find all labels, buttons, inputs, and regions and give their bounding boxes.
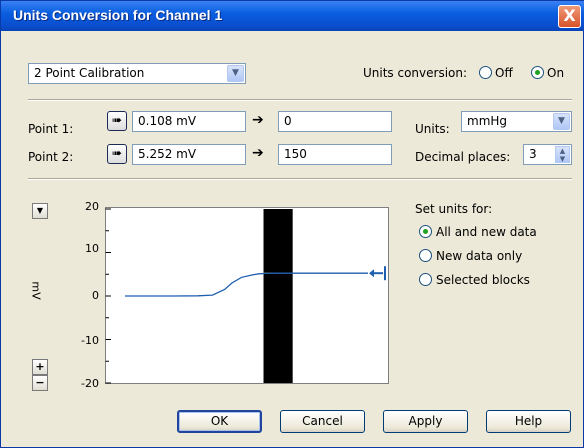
point-2-converted-value: 150 [284, 147, 307, 161]
apply-button[interactable]: Apply [383, 410, 468, 433]
point-1-converted-field[interactable]: 0 [278, 111, 392, 132]
close-icon: X [563, 6, 576, 25]
point-2-converted-field[interactable]: 150 [278, 144, 392, 165]
zoom-in-button[interactable]: + [32, 359, 48, 375]
y-tick-label: 10 [85, 242, 99, 255]
y-tick-label: -10 [81, 334, 99, 347]
cancel-button[interactable]: Cancel [280, 410, 365, 433]
chevron-down-icon[interactable]: ▼ [553, 113, 570, 130]
chevron-down-icon[interactable]: ▼ [227, 65, 244, 82]
units-conversion-label: Units conversion: [363, 66, 468, 80]
ok-button[interactable]: OK [177, 410, 262, 433]
title-bar[interactable]: Units Conversion for Channel 1 X [1, 1, 584, 31]
units-select[interactable]: mmHg ▼ [461, 111, 572, 132]
point-1-measured-field[interactable]: 0.108 mV [132, 111, 246, 132]
decimal-places-label: Decimal places: [415, 150, 511, 164]
zoom-out-button[interactable]: − [32, 375, 48, 391]
all-and-new-data-label: All and new data [436, 225, 537, 239]
units-conversion-off-radio[interactable] [479, 66, 492, 79]
units-label: Units: [415, 122, 450, 136]
minus-icon: − [35, 376, 45, 389]
y-tick-label: -20 [81, 377, 99, 390]
arrow-right-icon: ➠ [111, 146, 123, 160]
selected-blocks-radio[interactable] [419, 273, 432, 286]
chevron-down-icon: ▼ [36, 206, 44, 215]
separator [28, 99, 572, 101]
point-2-measured-value: 5.252 mV [138, 147, 197, 161]
units-value: mmHg [467, 114, 508, 128]
chart-menu-button[interactable]: ▼ [32, 203, 48, 219]
units-conversion-on-label: On [547, 66, 565, 80]
point-1-measured-value: 0.108 mV [138, 114, 197, 128]
calibration-mode-select[interactable]: 2 Point Calibration ▼ [28, 63, 246, 84]
new-data-only-radio[interactable] [419, 249, 432, 262]
spinner-arrows-icon[interactable]: ▲ ▼ [555, 146, 570, 163]
point-1-sample-button[interactable]: ➠ [107, 111, 127, 131]
decimal-places-spinner[interactable]: 3 ▲ ▼ [523, 144, 572, 165]
arrow-right-icon: ➠ [111, 113, 123, 127]
help-button[interactable]: Help [486, 410, 571, 433]
all-and-new-data-radio[interactable] [419, 225, 432, 238]
y-tick-label: 0 [92, 289, 99, 302]
units-conversion-off-label: Off [495, 66, 513, 80]
arrow-right-icon: ➔ [252, 145, 264, 161]
units-conversion-dialog: Units Conversion for Channel 1 X 2 Point… [0, 0, 584, 448]
signal-chart[interactable] [105, 201, 401, 393]
point-2-label: Point 2: [28, 150, 74, 164]
selected-blocks-label: Selected blocks [436, 273, 530, 287]
set-units-label: Set units for: [415, 202, 493, 216]
separator [28, 178, 572, 180]
point-1-converted-value: 0 [284, 114, 292, 128]
y-axis-label: mV [29, 281, 43, 300]
point-2-measured-field[interactable]: 5.252 mV [132, 144, 246, 165]
window-title: Units Conversion for Channel 1 [13, 7, 223, 23]
close-button[interactable]: X [558, 5, 581, 28]
new-data-only-label: New data only [436, 249, 523, 263]
arrow-right-icon: ➔ [252, 112, 264, 128]
point-1-label: Point 1: [28, 122, 74, 136]
units-conversion-on-radio[interactable] [531, 66, 544, 79]
selection-band[interactable] [263, 209, 293, 383]
point-2-sample-button[interactable]: ➠ [107, 144, 127, 164]
decimal-places-value: 3 [529, 147, 537, 161]
calibration-mode-value: 2 Point Calibration [34, 66, 145, 80]
plus-icon: + [35, 360, 45, 373]
y-tick-label: 20 [85, 200, 99, 213]
